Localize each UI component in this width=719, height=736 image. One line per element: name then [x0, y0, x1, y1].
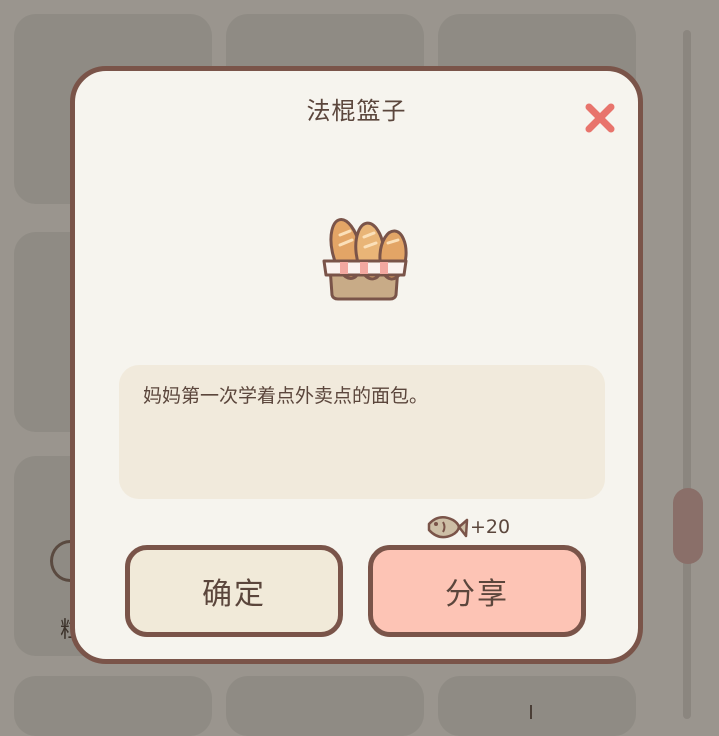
item-description: 妈妈第一次学着点外卖点的面包。	[143, 385, 429, 407]
background-tile	[14, 676, 212, 736]
background-tile	[438, 676, 636, 736]
background-scrollbar-track	[683, 30, 691, 719]
close-button[interactable]	[581, 99, 619, 137]
dialog-title: 法棍篮子	[306, 97, 407, 125]
description-box: 妈妈第一次学着点外卖点的面包。	[119, 365, 605, 499]
background-tile	[226, 676, 424, 736]
confirm-button[interactable]: 确定	[125, 545, 343, 637]
fish-icon	[427, 516, 469, 539]
background-scrollbar-thumb[interactable]	[673, 488, 703, 564]
item-detail-dialog: 法棍篮子 妈妈第一次学着点外卖点的面包。 +20 确定 分享	[70, 66, 643, 664]
background-divider	[530, 705, 532, 719]
close-icon	[585, 103, 615, 133]
share-button[interactable]: 分享	[368, 545, 586, 637]
baguette-basket-image	[322, 218, 408, 301]
reward: +20	[425, 507, 510, 547]
reward-amount: +20	[470, 516, 511, 538]
